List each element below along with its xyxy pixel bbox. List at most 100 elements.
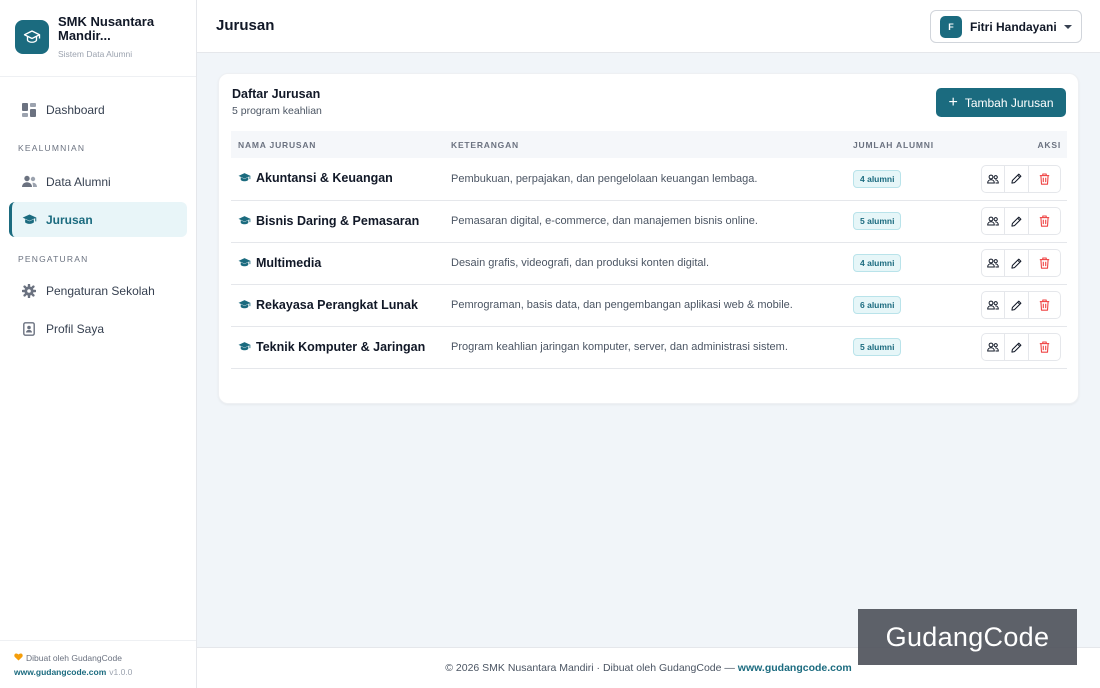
pencil-icon xyxy=(1011,258,1022,269)
users-icon xyxy=(987,300,999,310)
view-alumni-button[interactable] xyxy=(981,291,1005,319)
jurusan-description: Pembukuan, perpajakan, dan pengelolaan k… xyxy=(451,172,758,185)
sidebar-item-pengaturan-sekolah[interactable]: Pengaturan Sekolah xyxy=(9,273,187,308)
graduation-cap-icon xyxy=(238,257,251,271)
edit-button[interactable] xyxy=(1005,164,1029,193)
sidebar-item-label: Data Alumni xyxy=(46,174,111,189)
alumni-count-cell: 4 alumni xyxy=(853,242,973,284)
user-menu-button[interactable]: F Fitri Handayani xyxy=(930,10,1082,43)
trash-icon xyxy=(1039,341,1050,353)
sidebar-item-dashboard[interactable]: Dashboard xyxy=(9,92,187,127)
footer-link[interactable]: www.gudangcode.com xyxy=(738,662,852,674)
users-icon xyxy=(987,342,999,352)
table-row: Akuntansi & Keuangan Pembukuan, perpajaka… xyxy=(231,158,1067,200)
sidebar-footer: Dibuat oleh GudangCode www.gudangcode.co… xyxy=(0,640,196,688)
dashboard-icon xyxy=(21,102,37,118)
trash-icon xyxy=(1039,299,1050,311)
jurusan-name: Bisnis Daring & Pemasaran xyxy=(256,213,420,228)
pencil-icon xyxy=(1011,342,1022,353)
card-title: Daftar Jurusan xyxy=(232,87,321,101)
delete-button[interactable] xyxy=(1029,291,1061,319)
gear-icon xyxy=(21,283,37,299)
jurusan-name: Teknik Komputer & Jaringan xyxy=(256,339,426,354)
alumni-count-badge: 6 alumni xyxy=(853,296,902,314)
users-icon xyxy=(21,174,37,190)
column-header-keterangan[interactable]: KETERANGAN xyxy=(451,131,853,158)
jurusan-card: Daftar Jurusan 5 program keahlian + Tamb… xyxy=(218,73,1079,404)
alumni-count-badge: 5 alumni xyxy=(853,338,902,356)
delete-button[interactable] xyxy=(1029,207,1061,235)
sidebar: SMK Nusantara Mandir... Sistem Data Alum… xyxy=(0,0,197,688)
view-alumni-button[interactable] xyxy=(981,164,1005,193)
version-text: v1.0.0 xyxy=(109,667,133,677)
plus-icon: + xyxy=(948,93,958,111)
table-row: Rekayasa Perangkat Lunak Pemrograman, bas… xyxy=(231,284,1067,326)
card-subtitle: 5 program keahlian xyxy=(232,105,322,117)
edit-button[interactable] xyxy=(1005,291,1029,319)
jurusan-name: Akuntansi & Keuangan xyxy=(256,171,393,186)
view-alumni-button[interactable] xyxy=(981,333,1005,361)
graduation-cap-icon xyxy=(238,341,251,355)
jurusan-name: Rekayasa Perangkat Lunak xyxy=(256,297,418,312)
nav-section-pengaturan: PENGATURAN xyxy=(18,254,89,264)
alumni-count-cell: 4 alumni xyxy=(853,158,973,200)
alumni-count-cell: 5 alumni xyxy=(853,326,973,368)
view-alumni-button[interactable] xyxy=(981,249,1005,277)
column-header-jumlah[interactable]: JUMLAH ALUMNI xyxy=(853,131,973,158)
graduation-cap-icon xyxy=(238,299,251,313)
sidebar-item-data-alumni[interactable]: Data Alumni xyxy=(9,164,187,199)
view-alumni-button[interactable] xyxy=(981,207,1005,235)
jurusan-name-cell: Multimedia xyxy=(231,242,451,284)
gudangcode-link[interactable]: www.gudangcode.com xyxy=(14,667,106,677)
delete-button[interactable] xyxy=(1029,164,1061,193)
edit-button[interactable] xyxy=(1005,207,1029,235)
add-jurusan-button[interactable]: + Tambah Jurusan xyxy=(936,88,1066,117)
top-header: Jurusan F Fitri Handayani xyxy=(197,0,1100,53)
sidebar-item-label: Profil Saya xyxy=(46,321,105,336)
users-icon xyxy=(987,174,999,184)
add-jurusan-label: Tambah Jurusan xyxy=(964,95,1054,110)
edit-button[interactable] xyxy=(1005,249,1029,277)
jurusan-table: NAMA JURUSAN KETERANGAN JUMLAH ALUMNI AK… xyxy=(231,131,1067,369)
row-actions xyxy=(973,326,1067,368)
table-row: Multimedia Desain grafis, videografi, dan… xyxy=(231,242,1067,284)
jurusan-name-cell: Bisnis Daring & Pemasaran xyxy=(231,200,451,242)
caret-down-icon xyxy=(1064,25,1072,29)
graduation-cap-icon xyxy=(21,212,37,228)
jurusan-name-cell: Akuntansi & Keuangan xyxy=(231,158,451,200)
delete-button[interactable] xyxy=(1029,333,1061,361)
edit-button[interactable] xyxy=(1005,333,1029,361)
row-actions xyxy=(973,200,1067,242)
alumni-count-badge: 4 alumni xyxy=(853,169,902,188)
alumni-count-cell: 5 alumni xyxy=(853,200,973,242)
pencil-icon xyxy=(1011,173,1022,184)
trash-icon xyxy=(1039,173,1050,185)
jurusan-description: Program keahlian jaringan komputer, serv… xyxy=(451,341,788,353)
alumni-count-badge: 5 alumni xyxy=(853,212,902,230)
table-body: Akuntansi & Keuangan Pembukuan, perpajaka… xyxy=(231,158,1067,368)
id-badge-icon xyxy=(21,321,37,337)
jurusan-name: Multimedia xyxy=(256,255,322,270)
row-actions xyxy=(973,284,1067,326)
table-row: Bisnis Daring & Pemasaran Pemasaran digit… xyxy=(231,200,1067,242)
brand-name: SMK Nusantara Mandir... xyxy=(58,14,155,43)
sidebar-item-label: Dashboard xyxy=(46,102,105,117)
column-header-nama[interactable]: NAMA JURUSAN xyxy=(231,131,451,158)
table-header-row: NAMA JURUSAN KETERANGAN JUMLAH ALUMNI AK… xyxy=(231,131,1067,158)
graduation-cap-icon xyxy=(238,172,251,186)
alumni-count-badge: 4 alumni xyxy=(853,254,902,272)
page-title: Jurusan xyxy=(216,17,275,34)
sidebar-item-profil-saya[interactable]: Profil Saya xyxy=(9,311,187,346)
jurusan-name-cell: Rekayasa Perangkat Lunak xyxy=(231,284,451,326)
sidebar-item-jurusan[interactable]: Jurusan xyxy=(9,202,187,237)
alumni-count-cell: 6 alumni xyxy=(853,284,973,326)
avatar: F xyxy=(940,15,962,38)
sidebar-item-label: Jurusan xyxy=(46,212,93,227)
users-icon xyxy=(987,216,999,226)
users-icon xyxy=(987,258,999,268)
table-row: Teknik Komputer & Jaringan Program keahli… xyxy=(231,326,1067,368)
watermark: GudangCode xyxy=(858,609,1077,665)
pencil-icon xyxy=(1011,300,1022,311)
delete-button[interactable] xyxy=(1029,249,1061,277)
trash-icon xyxy=(1039,215,1050,227)
